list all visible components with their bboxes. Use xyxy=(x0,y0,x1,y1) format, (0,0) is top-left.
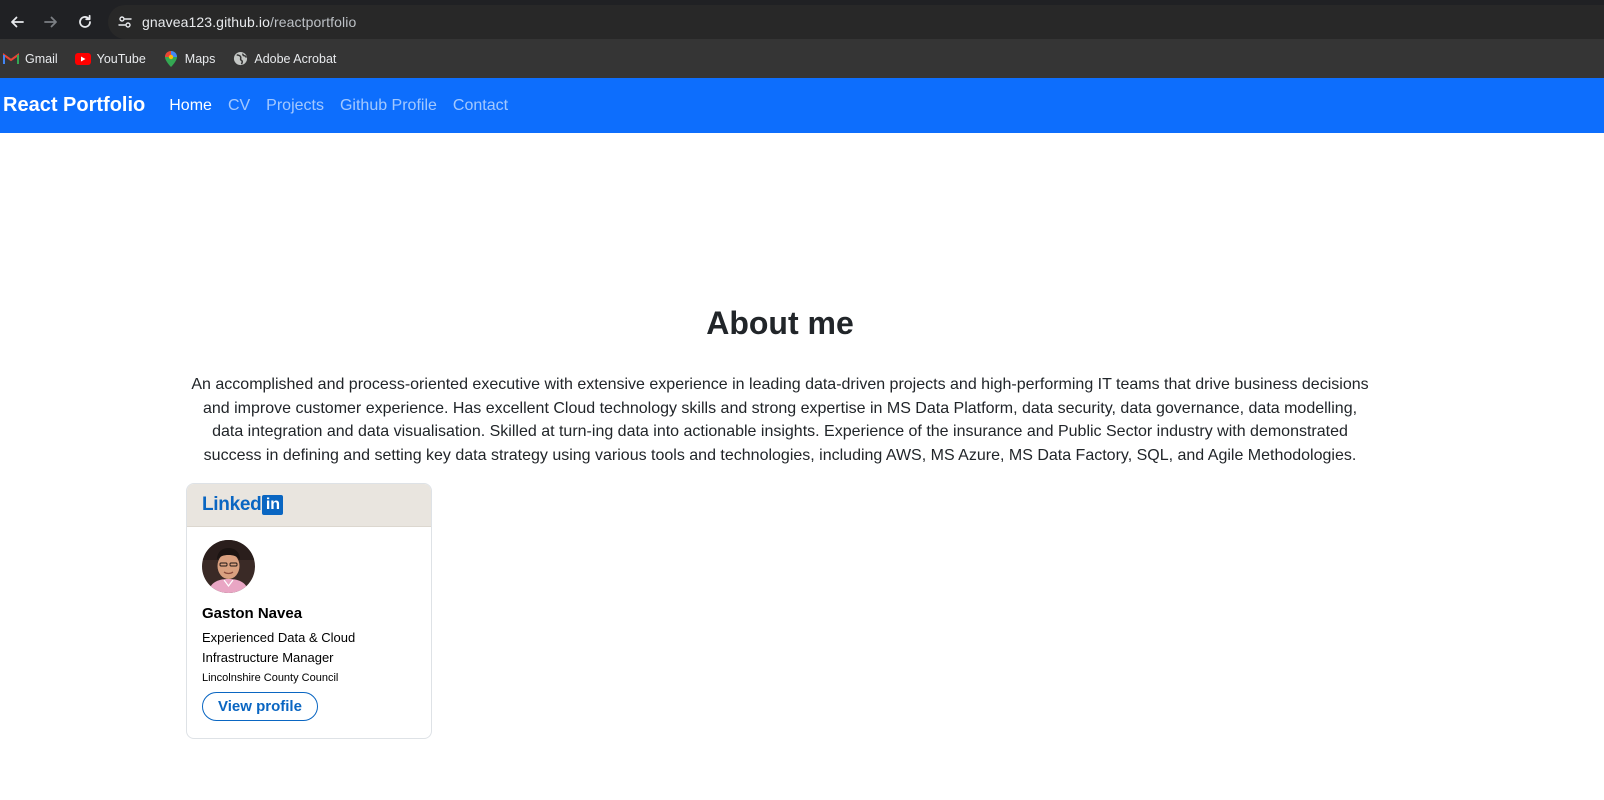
bookmark-label: YouTube xyxy=(96,51,146,66)
about-text: An accomplished and process-oriented exe… xyxy=(191,376,1369,464)
bookmark-label: Adobe Acrobat xyxy=(254,51,337,66)
bookmark-label: Gmail xyxy=(25,51,58,66)
bookmarks-bar: Gmail YouTube Maps Adobe Acrobat xyxy=(0,39,1604,78)
nav-link-home[interactable]: Home xyxy=(169,97,212,115)
reload-icon[interactable] xyxy=(68,5,102,39)
forward-icon[interactable] xyxy=(34,5,68,39)
back-icon[interactable] xyxy=(0,5,34,39)
site-info-icon[interactable] xyxy=(108,5,142,39)
maps-icon xyxy=(163,50,179,67)
gmail-icon xyxy=(3,51,19,67)
linkedin-card-body: Gaston Navea Experienced Data & Cloud In… xyxy=(187,527,431,721)
nav-link-projects[interactable]: Projects xyxy=(266,97,324,115)
view-profile-button[interactable]: View profile xyxy=(202,692,318,721)
address-bar[interactable]: gnavea123.github.io/reactportfolio xyxy=(108,5,1604,39)
youtube-icon xyxy=(74,51,91,67)
avatar[interactable] xyxy=(202,540,255,593)
bookmark-adobe-acrobat[interactable]: Adobe Acrobat xyxy=(232,51,336,67)
nav-link-contact[interactable]: Contact xyxy=(453,97,508,115)
nav-link-cv[interactable]: CV xyxy=(228,97,250,115)
linkedin-card-header: Linked in xyxy=(187,484,431,527)
url-host: gnavea123.github.io xyxy=(142,14,271,30)
person-name[interactable]: Gaston Navea xyxy=(202,605,416,622)
navbar-brand[interactable]: React Portfolio xyxy=(3,94,145,117)
linkedin-logo: Linked in xyxy=(202,494,284,516)
person-headline: Experienced Data & Cloud Infrastructure … xyxy=(202,630,356,665)
about-title: About me xyxy=(706,305,854,341)
nav-link-github-profile[interactable]: Github Profile xyxy=(340,97,437,115)
person-organization[interactable]: Lincolnshire County Council xyxy=(202,672,416,684)
bookmark-label: Maps xyxy=(184,51,216,66)
linkedin-card: Linked in Gaston Navea Experienced Data &… xyxy=(186,483,432,739)
url-path: /reactportfolio xyxy=(270,14,357,30)
bookmark-maps[interactable]: Maps xyxy=(163,50,216,67)
linkedin-logo-box: in xyxy=(262,495,284,515)
url-text: gnavea123.github.io/reactportfolio xyxy=(142,14,356,30)
bookmark-youtube[interactable]: YouTube xyxy=(74,51,146,67)
browser-toolbar: gnavea123.github.io/reactportfolio xyxy=(0,5,1604,39)
bookmark-gmail[interactable]: Gmail xyxy=(3,51,58,67)
site-navbar: React Portfolio Home CV Projects Github … xyxy=(0,78,1604,133)
linkedin-logo-word: Linked xyxy=(202,494,262,515)
globe-icon xyxy=(232,51,248,67)
